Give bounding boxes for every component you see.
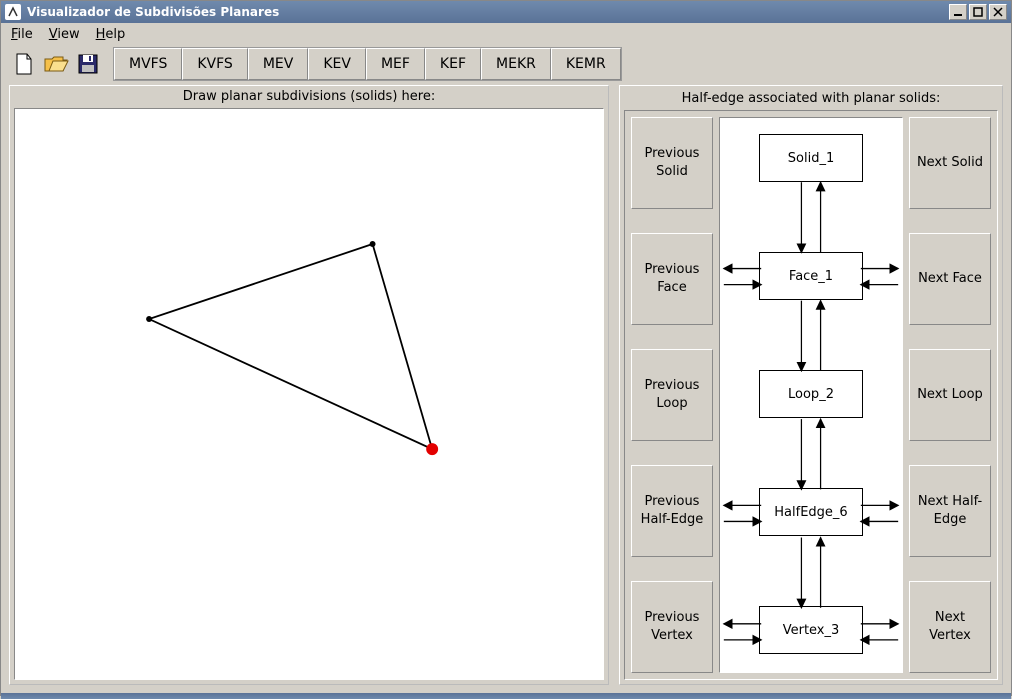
file-iconbar bbox=[7, 47, 105, 81]
menu-help[interactable]: Help bbox=[92, 25, 130, 44]
op-kev[interactable]: KEV bbox=[308, 48, 366, 80]
drawing-panel-header: Draw planar subdivisions (solids) here: bbox=[10, 86, 608, 108]
menu-view[interactable]: View bbox=[45, 25, 84, 44]
next-solid-button[interactable]: Next Solid bbox=[909, 117, 991, 209]
prev-nav-column: Previous Solid Previous Face Previous Lo… bbox=[631, 117, 713, 673]
close-button[interactable] bbox=[989, 4, 1007, 20]
op-mev[interactable]: MEV bbox=[248, 48, 309, 80]
euler-op-buttons: MVFS KVFS MEV KEV MEF KEF MEKR KEMR bbox=[113, 47, 622, 81]
halfedge-panel-header: Half-edge associated with planar solids: bbox=[620, 86, 1002, 110]
minimize-button[interactable] bbox=[949, 4, 967, 20]
bottom-strip bbox=[1, 693, 1011, 699]
app-icon bbox=[5, 4, 21, 20]
op-kvfs[interactable]: KVFS bbox=[182, 48, 247, 80]
halfedge-body: Previous Solid Previous Face Previous Lo… bbox=[624, 110, 998, 680]
maximize-button[interactable] bbox=[969, 4, 987, 20]
menu-file[interactable]: File bbox=[7, 25, 37, 44]
save-file-icon[interactable] bbox=[75, 51, 101, 77]
workarea: Draw planar subdivisions (solids) here: … bbox=[1, 85, 1011, 693]
halfedge-graph: Solid_1 Face_1 Loop_2 HalfEdge_6 Vertex_… bbox=[719, 117, 903, 673]
new-file-icon[interactable] bbox=[11, 51, 37, 77]
halfedge-panel: Half-edge associated with planar solids:… bbox=[619, 85, 1003, 685]
prev-face-button[interactable]: Previous Face bbox=[631, 233, 713, 325]
prev-vertex-button[interactable]: Previous Vertex bbox=[631, 581, 713, 673]
op-kef[interactable]: KEF bbox=[425, 48, 481, 80]
prev-solid-button[interactable]: Previous Solid bbox=[631, 117, 713, 209]
drawing-panel: Draw planar subdivisions (solids) here: bbox=[9, 85, 609, 685]
window-controls bbox=[949, 4, 1007, 20]
next-halfedge-button[interactable]: Next Half-Edge bbox=[909, 465, 991, 557]
next-loop-button[interactable]: Next Loop bbox=[909, 349, 991, 441]
op-kemr[interactable]: KEMR bbox=[551, 48, 621, 80]
next-vertex-button[interactable]: Next Vertex bbox=[909, 581, 991, 673]
next-face-button[interactable]: Next Face bbox=[909, 233, 991, 325]
drawing-canvas[interactable] bbox=[14, 108, 604, 680]
prev-halfedge-button[interactable]: Previous Half-Edge bbox=[631, 465, 713, 557]
op-mef[interactable]: MEF bbox=[366, 48, 425, 80]
menubar: File View Help bbox=[1, 23, 1011, 45]
op-mvfs[interactable]: MVFS bbox=[114, 48, 182, 80]
open-file-icon[interactable] bbox=[43, 51, 69, 77]
op-mekr[interactable]: MEKR bbox=[481, 48, 551, 80]
next-nav-column: Next Solid Next Face Next Loop Next Half… bbox=[909, 117, 991, 673]
window-title: Visualizador de Subdivisões Planares bbox=[27, 5, 279, 19]
titlebar: Visualizador de Subdivisões Planares bbox=[1, 1, 1011, 23]
toolbar: MVFS KVFS MEV KEV MEF KEF MEKR KEMR bbox=[1, 45, 1011, 85]
prev-loop-button[interactable]: Previous Loop bbox=[631, 349, 713, 441]
